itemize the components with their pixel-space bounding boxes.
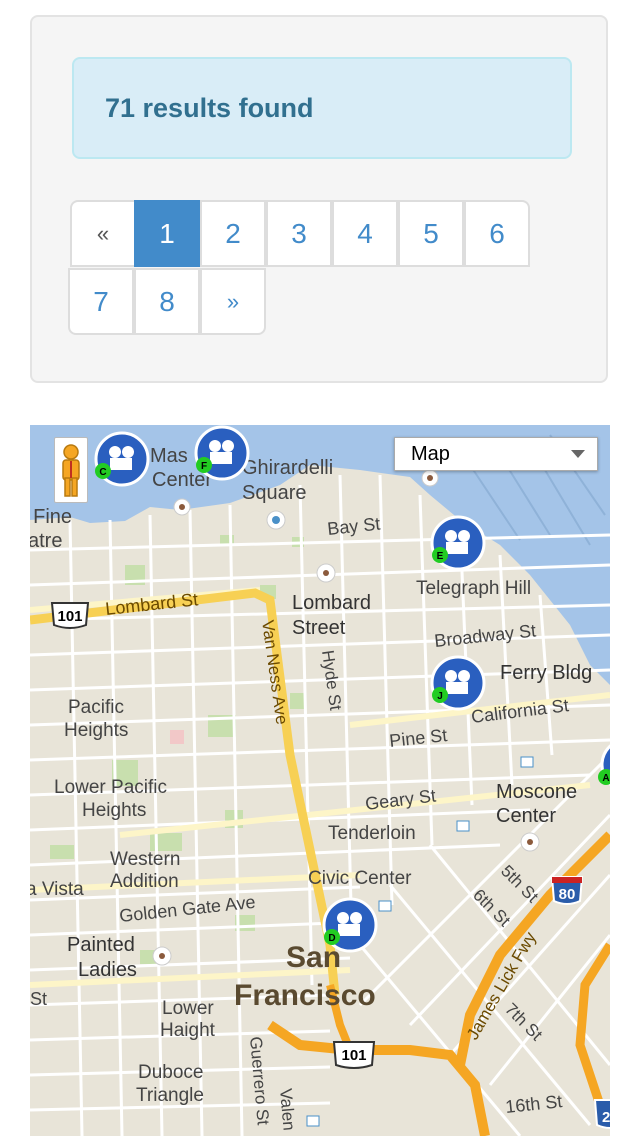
map-canvas[interactable]: 101 101 80 2 Mas Center Ghirardelli Squa…: [30, 425, 610, 1136]
film-marker-d[interactable]: D: [322, 897, 378, 953]
svg-text:2: 2: [602, 1109, 610, 1126]
svg-text:f Fine: f Fine: [30, 506, 72, 528]
svg-text:Ghirardelli: Ghirardelli: [242, 457, 333, 479]
svg-text:Haight: Haight: [160, 1020, 216, 1041]
chevron-down-icon: [571, 450, 585, 458]
svg-text:101: 101: [341, 1047, 366, 1064]
svg-text:Painted: Painted: [67, 934, 135, 956]
svg-text:Ladies: Ladies: [78, 959, 137, 981]
pegman-icon: [62, 444, 80, 497]
results-count-alert: 71 results found: [72, 57, 572, 159]
svg-text:80: 80: [559, 886, 576, 903]
svg-text:F: F: [201, 461, 207, 472]
svg-text:Ferry Bldg: Ferry Bldg: [500, 662, 592, 684]
svg-text:Telegraph Hill: Telegraph Hill: [416, 578, 531, 599]
svg-text:Heights: Heights: [64, 720, 128, 741]
pagination-page-8[interactable]: 8: [134, 268, 200, 335]
map-type-value: Map: [411, 442, 450, 465]
street-view-pegman[interactable]: [54, 437, 88, 503]
svg-text:Civic Center: Civic Center: [308, 868, 412, 889]
pagination-next[interactable]: »: [200, 268, 266, 335]
pagination-page-2[interactable]: 2: [200, 200, 266, 267]
svg-text:101: 101: [57, 608, 82, 625]
map-view[interactable]: 101 101 80 2 Mas Center Ghirardelli Squa…: [30, 425, 610, 1136]
svg-text:Mas: Mas: [150, 445, 188, 467]
film-marker-e[interactable]: E: [430, 515, 486, 571]
svg-text:atre: atre: [30, 530, 62, 552]
highway-shield-101-north: 101: [50, 602, 90, 629]
svg-text:Lower Pacific: Lower Pacific: [54, 777, 167, 798]
svg-text:Addition: Addition: [110, 871, 179, 892]
svg-text:J: J: [437, 691, 443, 702]
pagination-page-4[interactable]: 4: [332, 200, 398, 267]
film-marker-j[interactable]: J: [430, 655, 486, 711]
svg-text:D: D: [328, 933, 335, 944]
pagination-page-6[interactable]: 6: [464, 200, 530, 267]
pagination-page-3[interactable]: 3: [266, 200, 332, 267]
svg-text:Duboce: Duboce: [138, 1062, 204, 1083]
film-marker-f[interactable]: F: [194, 425, 250, 481]
svg-text:Square: Square: [242, 482, 307, 504]
highway-shield-101-south: 101: [332, 1041, 376, 1069]
svg-text:Street: Street: [292, 617, 346, 639]
pagination-page-5[interactable]: 5: [398, 200, 464, 267]
svg-text:Francisco: Francisco: [234, 979, 376, 1012]
svg-text:Moscone: Moscone: [496, 781, 577, 803]
pagination-page-1[interactable]: 1: [134, 200, 200, 267]
svg-text:Lombard: Lombard: [292, 592, 371, 614]
svg-text:E: E: [437, 551, 444, 562]
results-panel: 71 results found « 1 2 3 4 5 6 7 8 »: [30, 15, 608, 383]
film-marker-c[interactable]: C: [94, 431, 150, 487]
highway-shield-80: 80: [550, 876, 584, 905]
svg-text:Center: Center: [496, 805, 556, 827]
pagination-prev[interactable]: «: [70, 200, 136, 267]
svg-text:A: A: [602, 773, 609, 784]
highway-shield-280: 2: [593, 1099, 610, 1129]
svg-text:Tenderloin: Tenderloin: [328, 823, 416, 844]
svg-text:Pacific: Pacific: [68, 697, 124, 718]
svg-text:Heights: Heights: [82, 800, 146, 821]
svg-text:Valen: Valen: [276, 1088, 299, 1132]
results-count-text: 71 results found: [105, 92, 314, 123]
svg-text:Western: Western: [110, 849, 180, 870]
svg-text:C: C: [99, 467, 106, 478]
svg-text:St: St: [30, 989, 47, 1009]
pagination-page-7[interactable]: 7: [68, 268, 134, 335]
map-type-select[interactable]: Map: [394, 437, 598, 471]
svg-text:Lower: Lower: [162, 998, 214, 1019]
svg-text:a Vista: a Vista: [30, 879, 84, 900]
svg-text:Triangle: Triangle: [136, 1085, 204, 1106]
